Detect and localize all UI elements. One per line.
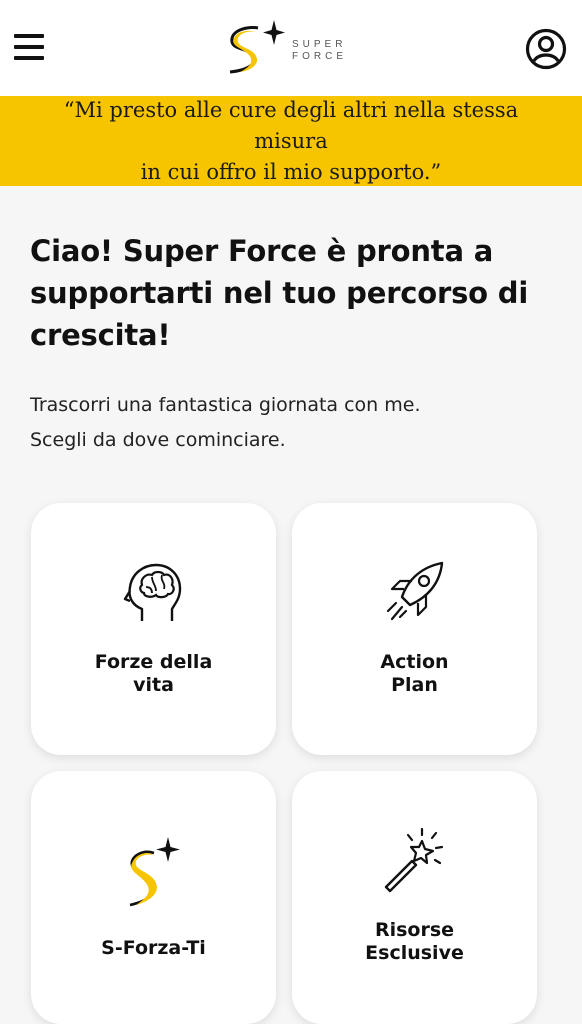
super-force-s-icon bbox=[229, 20, 285, 74]
subtext-line-1: Trascorri una fantastica giornata con me… bbox=[30, 394, 421, 416]
logo-line-1: SUPER bbox=[292, 39, 347, 50]
logo-wordmark: SUPER FORCE bbox=[292, 39, 347, 63]
super-force-logo[interactable]: SUPER FORCE bbox=[222, 18, 362, 78]
quote-line-2: in cui offro il mio supporto.” bbox=[140, 159, 442, 184]
card-label-line-1: Risorse bbox=[374, 919, 455, 941]
card-risorse-esclusive[interactable]: Risorse Esclusive bbox=[292, 771, 537, 1024]
greeting-subtext: Trascorri una fantastica giornata con me… bbox=[30, 388, 560, 458]
card-label-line-1: Forze della bbox=[94, 651, 213, 673]
greeting-headline: Ciao! Super Force è pronta a supportarti… bbox=[30, 230, 560, 356]
card-label-line-2: vita bbox=[133, 674, 174, 696]
headline-line-2: supportarti nel tuo percorso di bbox=[30, 276, 529, 310]
quote-line-1: “Mi presto alle cure degli altri nella s… bbox=[63, 97, 519, 153]
card-label-line-2: Plan bbox=[391, 674, 438, 696]
card-action-plan[interactable]: Action Plan bbox=[292, 503, 537, 755]
headline-line-1: Ciao! Super Force è pronta a bbox=[30, 234, 494, 268]
magic-wand-icon bbox=[384, 827, 443, 893]
super-force-s-logo-icon bbox=[129, 837, 180, 907]
card-s-forza-ti[interactable]: S-Forza-Ti bbox=[31, 771, 276, 1024]
quote-banner: “Mi presto alle cure degli altri nella s… bbox=[0, 96, 582, 186]
card-label: Forze della vita bbox=[41, 651, 266, 697]
top-bar: SUPER FORCE bbox=[0, 0, 582, 96]
head-brain-icon bbox=[123, 563, 181, 621]
logo-line-2: FORCE bbox=[292, 51, 347, 62]
rocket-icon bbox=[386, 561, 443, 621]
card-label-line-1: S-Forza-Ti bbox=[101, 937, 206, 959]
card-label-line-1: Action bbox=[380, 651, 449, 673]
card-label-line-2: Esclusive bbox=[365, 942, 464, 964]
headline-line-3: crescita! bbox=[30, 318, 171, 352]
hamburger-menu-icon[interactable] bbox=[14, 34, 48, 64]
user-profile-icon[interactable] bbox=[524, 27, 568, 71]
card-label: Action Plan bbox=[302, 651, 527, 697]
quote-text: “Mi presto alle cure degli altri nella s… bbox=[24, 95, 558, 188]
card-label: Risorse Esclusive bbox=[302, 919, 527, 965]
card-forze-della-vita[interactable]: Forze della vita bbox=[31, 503, 276, 755]
subtext-line-2: Scegli da dove cominciare. bbox=[30, 429, 286, 451]
card-label: S-Forza-Ti bbox=[41, 937, 266, 960]
